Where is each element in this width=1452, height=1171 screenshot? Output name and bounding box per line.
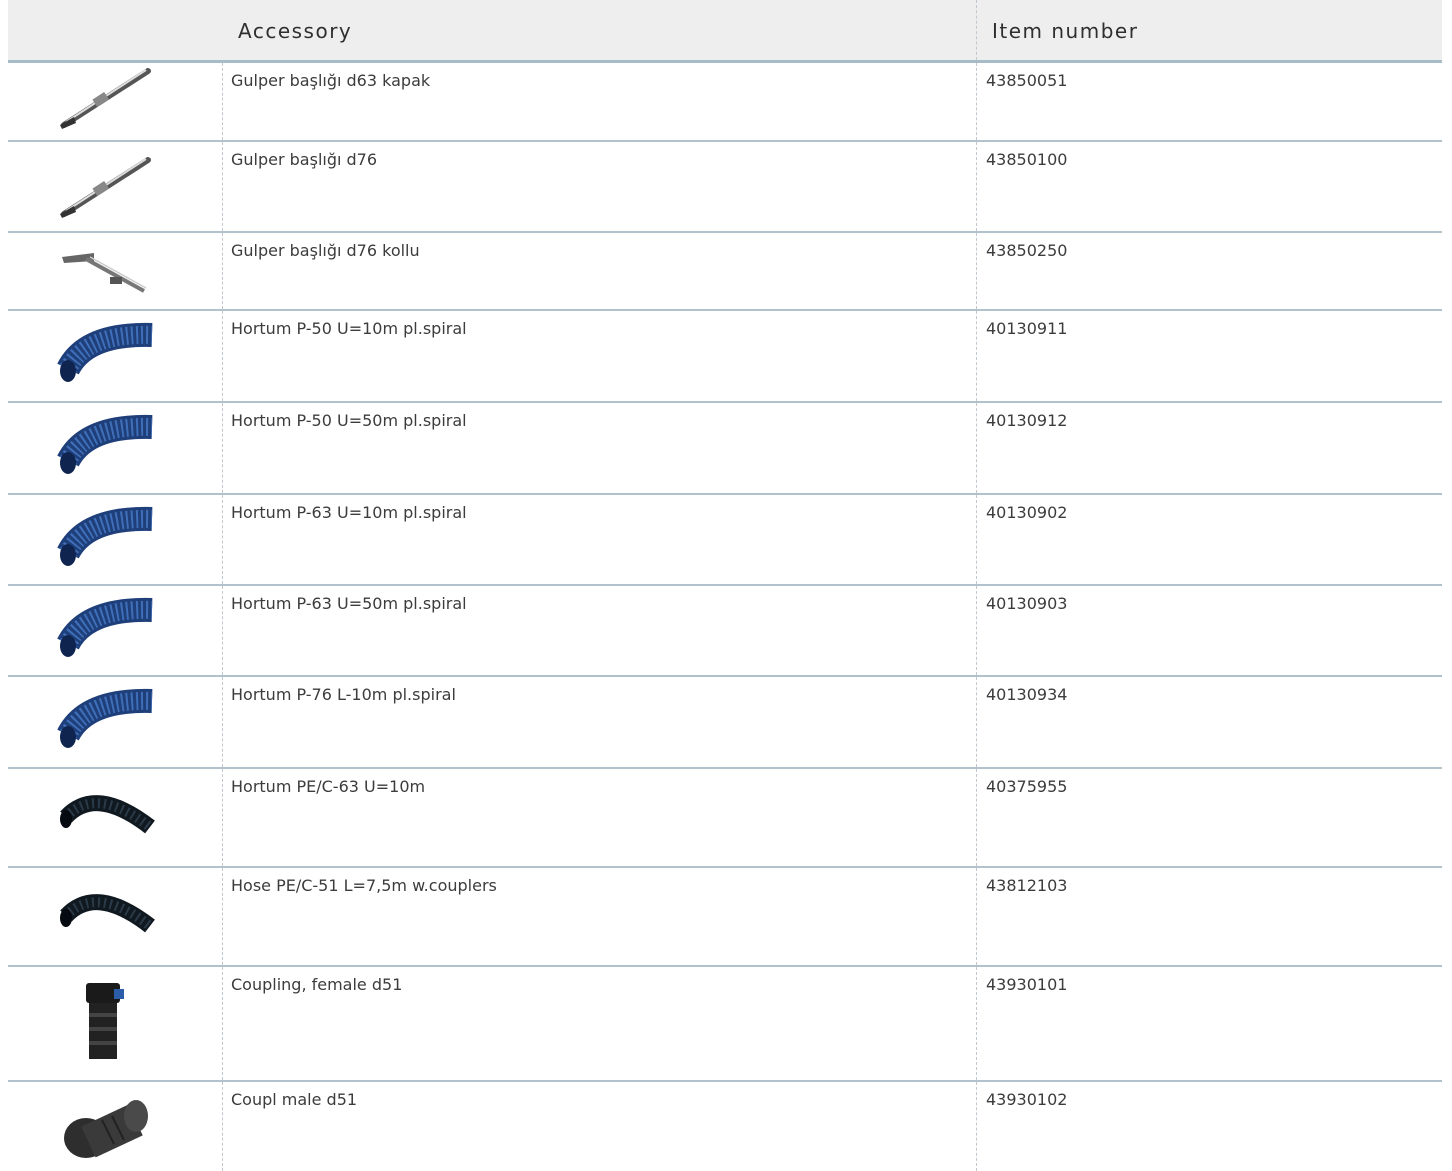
item-number: 43812103 (986, 876, 1068, 895)
wand-icon (60, 157, 151, 218)
item-number: 43930102 (986, 1090, 1068, 1109)
column-divider (222, 586, 223, 675)
accessory-name: Hortum PE/C-63 U=10m (231, 777, 426, 796)
item-number: 40130903 (986, 594, 1068, 613)
accessory-name: Hose PE/C-51 L=7,5m w.couplers (231, 876, 497, 895)
column-divider (222, 311, 223, 401)
item-number: 40130934 (986, 685, 1068, 704)
item-number: 40130912 (986, 411, 1068, 430)
table-row: Gulper başlığı d63 kapak 43850051 (8, 63, 1442, 142)
accessory-table: Accessory Item number Gulper başlığı d63… (8, 0, 1442, 1171)
column-divider (976, 403, 977, 493)
table-row: Hortum P-76 L-10m pl.spiral 40130934 (8, 677, 1442, 769)
accessory-name: Coupl male d51 (231, 1090, 358, 1109)
table-row: Hortum PE/C-63 U=10m 40375955 (8, 769, 1442, 868)
column-divider (222, 495, 223, 584)
column-divider (222, 868, 223, 965)
column-divider (976, 1082, 977, 1171)
accessory-name: Gulper başlığı d63 kapak (231, 71, 431, 90)
accessory-name: Coupling, female d51 (231, 975, 403, 994)
wand-icon (60, 68, 151, 129)
item-number: 40130911 (986, 319, 1068, 338)
column-divider (222, 233, 223, 309)
column-divider (222, 1082, 223, 1171)
column-divider (222, 63, 223, 140)
accessory-name: Hortum P-63 U=50m pl.spiral (231, 594, 467, 613)
table-row: Hortum P-50 U=50m pl.spiral 40130912 (8, 403, 1442, 495)
accessory-name: Gulper başlığı d76 (231, 150, 378, 169)
table-row: Hortum P-63 U=10m pl.spiral 40130902 (8, 495, 1442, 586)
column-divider (976, 677, 977, 767)
column-divider (976, 0, 977, 60)
blue-hose-icon (57, 506, 153, 566)
column-divider (976, 868, 977, 965)
blue-hose-icon (57, 322, 153, 382)
column-divider (976, 586, 977, 675)
column-divider (976, 233, 977, 309)
male-coupling-icon (64, 1100, 148, 1158)
item-number: 43930101 (986, 975, 1068, 994)
table-row: Hortum P-63 U=50m pl.spiral 40130903 (8, 586, 1442, 677)
column-divider (222, 677, 223, 767)
item-number: 43850100 (986, 150, 1068, 169)
header-item-number: Item number (992, 19, 1139, 43)
table-row: Hortum P-50 U=10m pl.spiral 40130911 (8, 311, 1442, 403)
blue-hose-icon (57, 414, 153, 474)
female-coupling-icon (86, 983, 124, 1059)
blue-hose-icon (57, 597, 153, 657)
column-divider (222, 403, 223, 493)
table-row: Gulper başlığı d76 43850100 (8, 142, 1442, 233)
column-divider (976, 311, 977, 401)
item-number: 43850051 (986, 71, 1068, 90)
table-body: Gulper başlığı d63 kapak 43850051 Gulper… (8, 63, 1442, 1171)
item-number: 40130902 (986, 503, 1068, 522)
blue-hose-icon (57, 688, 153, 748)
column-divider (222, 967, 223, 1080)
column-divider (976, 63, 977, 140)
column-divider (976, 495, 977, 584)
item-number: 40375955 (986, 777, 1068, 796)
squeegee-tool-icon (62, 253, 147, 293)
accessory-name: Hortum P-50 U=10m pl.spiral (231, 319, 467, 338)
accessory-name: Hortum P-50 U=50m pl.spiral (231, 411, 467, 430)
table-header: Accessory Item number (8, 0, 1442, 63)
column-divider (976, 142, 977, 231)
accessory-name: Gulper başlığı d76 kollu (231, 241, 420, 260)
table-row: Coupl male d51 43930102 (8, 1082, 1442, 1171)
accessory-name: Hortum P-63 U=10m pl.spiral (231, 503, 467, 522)
table-row: Coupling, female d51 43930101 (8, 967, 1442, 1082)
column-divider (976, 967, 977, 1080)
table-row: Hose PE/C-51 L=7,5m w.couplers 43812103 (8, 868, 1442, 967)
black-hose-icon (60, 795, 155, 834)
accessory-name: Hortum P-76 L-10m pl.spiral (231, 685, 456, 704)
item-number: 43850250 (986, 241, 1068, 260)
black-hose-icon (60, 894, 155, 933)
column-divider (976, 769, 977, 866)
table-row: Gulper başlığı d76 kollu 43850250 (8, 233, 1442, 311)
header-accessory: Accessory (238, 19, 353, 43)
column-divider (222, 769, 223, 866)
column-divider (222, 142, 223, 231)
